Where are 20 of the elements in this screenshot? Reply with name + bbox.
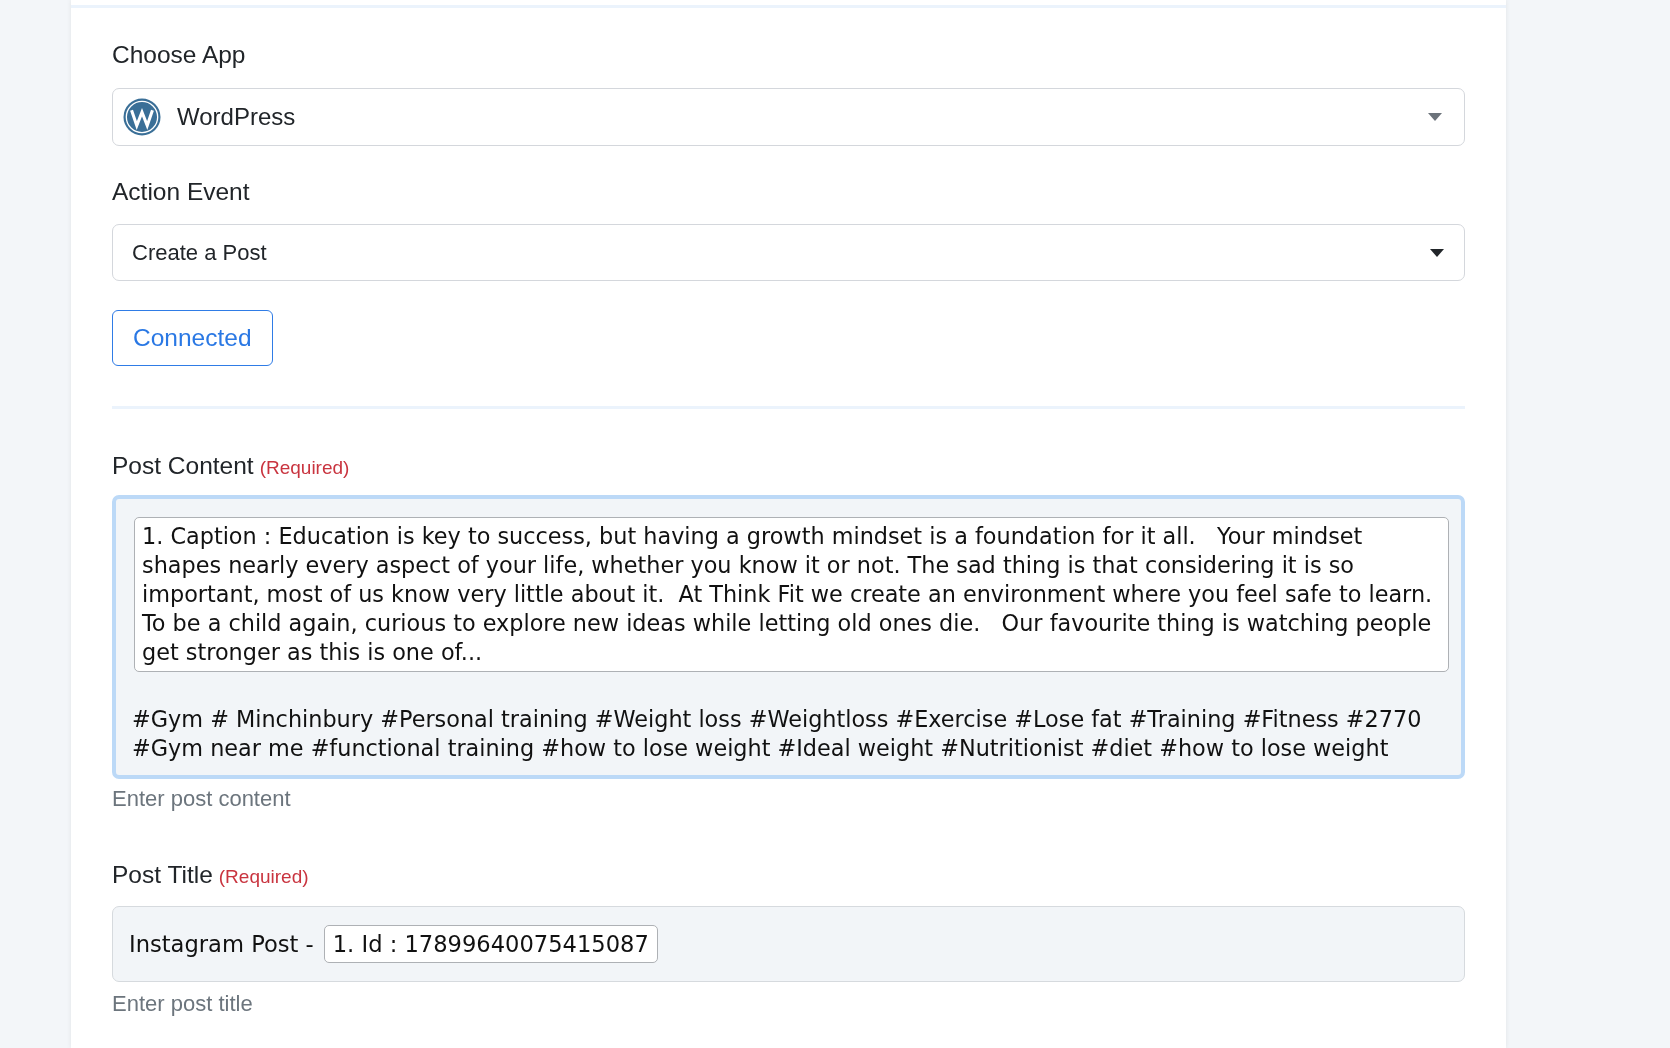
field-label: Post Content [112,451,254,481]
field-hint: Enter post title [112,991,253,1017]
title-field[interactable]: Instagram Post - 1. Id : 17899640075415087 [112,906,1465,982]
required-note: (Required) [218,866,309,888]
field-label: Post Title [112,860,213,890]
caret-icon [1430,248,1444,257]
content-field[interactable] [112,495,1465,779]
mapped-field-token: 1. Id : 17899640075415087 [323,925,658,963]
field-label: Action Event [112,177,250,207]
field-hint: Enter post content [112,786,291,812]
connected-button[interactable]: Connected [112,310,273,366]
app-logo-icon [123,98,161,136]
caret-icon [1428,113,1442,121]
app-select[interactable]: WordPress [112,88,1465,146]
field-text: #Gym # Minchinbury #Personal training #Weight loss #Weightloss #Exercise #Lose fat #Training #Fitness #2770 #Gym near me #functional training #how to lose weight #Ideal weight #Nutritionist #diet #how to lose weight [132,705,1423,763]
mapped-field-token: 1. Caption : Education is key to success, but having a growth mindset is a foundation for it all. Your mindset shapes nearly every aspect of your life, whether you know it or not. The sad thing is that considering it is so important, most of us know very little about it. At Think Fit we create an environment where you feel safe to learn. To be a child again, curious to explore new ideas while letting old ones die. Our favourite thing is watching people get stronger as this is one of... [134,517,1449,672]
required-note: (Required) [259,457,350,479]
field-label: Choose App [112,40,246,70]
event-select[interactable]: Create a Post [112,224,1465,281]
field-text: Instagram Post - [129,930,314,959]
